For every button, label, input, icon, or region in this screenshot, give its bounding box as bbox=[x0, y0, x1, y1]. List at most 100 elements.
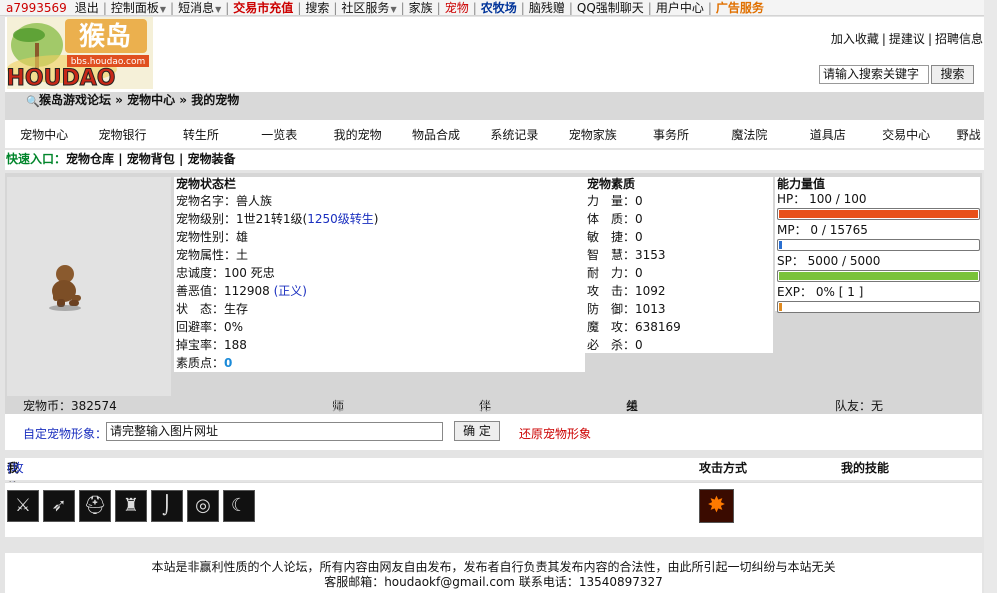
teammates-info: 队友：无 bbox=[835, 399, 884, 413]
recharge-link[interactable]: 交易市充值 bbox=[229, 0, 297, 16]
pet-level: 宠物级别：1世21转1级(1250级转生) bbox=[174, 210, 585, 228]
dropdown-arrow-icon: ▼ bbox=[390, 5, 397, 14]
pet-evade: 回避率：0% bbox=[176, 320, 244, 334]
menu-item-item-shop[interactable]: 道具店 bbox=[789, 126, 867, 143]
armor-icon[interactable]: ♜ bbox=[115, 490, 147, 522]
attack-method-icon[interactable]: ✸ bbox=[699, 489, 734, 523]
footer-contact: 客服邮箱：houdaokf@gmail.com 联系电话：13540897327 bbox=[324, 575, 663, 589]
ability-title: 能力量值 bbox=[777, 177, 826, 191]
menu-item-trade-center[interactable]: 交易中心 bbox=[867, 126, 945, 143]
sp-label: SP： 5000 / 5000 bbox=[777, 254, 881, 268]
ad-service-link[interactable]: 广告服务 bbox=[712, 0, 768, 16]
add-favorite-link[interactable]: 加入收藏 bbox=[828, 32, 882, 46]
ring-icon[interactable]: ◎ bbox=[187, 490, 219, 522]
custom-pet-image: 自定宠物形象： 请完整输入图片网址 确 定 还原宠物形象 bbox=[5, 414, 982, 450]
search-bar: 请输入搜索关键字 搜索 bbox=[819, 65, 974, 84]
claw-icon[interactable]: ☾ bbox=[223, 490, 255, 522]
pet-points: 素质点：0 bbox=[174, 354, 585, 372]
community-label: 社区服务 bbox=[341, 1, 390, 15]
menu-item-synthesis[interactable]: 物品合成 bbox=[397, 126, 475, 143]
farm-link[interactable]: 农牧场 bbox=[477, 0, 521, 16]
karma-link[interactable]: (正义) bbox=[274, 284, 307, 298]
bow-icon[interactable]: ➶ bbox=[43, 490, 75, 522]
pet-level-suffix: ) bbox=[373, 212, 379, 226]
menu-item-pet-family[interactable]: 宠物家族 bbox=[554, 126, 632, 143]
menu-item-records[interactable]: 系统记录 bbox=[475, 126, 553, 143]
pet-attribute: 宠物属性：土 bbox=[176, 248, 249, 262]
quality-endurance: 耐 力：0 bbox=[587, 266, 643, 280]
control-panel-label: 控制面板 bbox=[110, 1, 159, 15]
exp-bar-fill bbox=[779, 303, 782, 311]
pet-status-panel: 宠物状态栏 宠物名字：兽人族 宠物级别：1世21转1级(1250级转生) 宠物性… bbox=[174, 177, 585, 372]
quality-attack: 攻 击：1092 bbox=[587, 284, 666, 298]
confirm-button[interactable]: 确 定 bbox=[454, 421, 500, 441]
pet-level-prefix: 宠物级别：1世21转1级( bbox=[176, 212, 308, 226]
pet-link[interactable]: 宠物 bbox=[441, 0, 473, 16]
pet-quality-panel: 宠物素质 力 量：0 体 质：0 敏 捷：0 智 慧：3153 耐 力：0 攻 … bbox=[585, 177, 773, 353]
quality-agility: 敏 捷：0 bbox=[587, 230, 643, 244]
suggest-link[interactable]: 提建议 bbox=[886, 32, 928, 46]
points-value: 0 bbox=[224, 356, 233, 370]
search-icon: 🔍 bbox=[26, 95, 40, 108]
equipment-area: ⚔ ➶ ⛑ ♜ ⌡ ◎ ☾ ✸ bbox=[5, 482, 982, 537]
search-link[interactable]: 搜索 bbox=[301, 0, 333, 16]
hp-bar-fill bbox=[779, 210, 978, 218]
status-title: 宠物状态栏 bbox=[176, 177, 237, 191]
family-link[interactable]: 家族 bbox=[405, 0, 437, 16]
rebirth-link[interactable]: 1250级转生 bbox=[307, 212, 374, 226]
gift-link[interactable]: 脑残赠 bbox=[525, 0, 569, 16]
custom-image-label: 自定宠物形象： bbox=[23, 427, 108, 441]
dropdown-arrow-icon: ▼ bbox=[215, 5, 222, 14]
control-panel-menu[interactable]: 控制面板▼ bbox=[107, 0, 170, 16]
menu-item-pet-bank[interactable]: 宠物银行 bbox=[83, 126, 161, 143]
exp-bar bbox=[777, 301, 980, 313]
menu-item-overview[interactable]: 一览表 bbox=[240, 126, 318, 143]
menu-item-pet-center[interactable]: 宠物中心 bbox=[5, 126, 83, 143]
messages-menu[interactable]: 短消息▼ bbox=[174, 0, 225, 16]
quality-title: 宠物素质 bbox=[587, 177, 636, 191]
site-logo[interactable]: 猴岛 bbs.houdao.com HOUDAO bbox=[6, 17, 153, 92]
sp-bar-fill bbox=[779, 272, 978, 280]
pet-stat-line: 宠物币：382574 师傅：无 伴侣：无 组队：关闭 队友：无 bbox=[5, 398, 982, 429]
hp-bar bbox=[777, 208, 980, 220]
restore-image-link[interactable]: 还原宠物形象 bbox=[519, 425, 591, 442]
qq-chat-link[interactable]: QQ强制聊天 bbox=[573, 0, 648, 16]
boots-icon[interactable]: ⌡ bbox=[151, 490, 183, 522]
partner-value: 无 bbox=[479, 399, 492, 413]
quick-link-equipment[interactable]: 宠物装备 bbox=[188, 152, 236, 166]
pet-panel: 宠物状态栏 宠物名字：兽人族 宠物级别：1世21转1级(1250级转生) 宠物性… bbox=[5, 173, 982, 398]
menu-item-office[interactable]: 事务所 bbox=[632, 126, 710, 143]
header: 猴岛 bbs.houdao.com HOUDAO 加入收藏 | 提建议 | 招聘信息 请… bbox=[5, 17, 992, 92]
image-url-input[interactable]: 请完整输入图片网址 bbox=[106, 422, 443, 441]
pet-drop-rate: 掉宝率：188 bbox=[176, 338, 247, 352]
mp-label: MP： 0 / 15765 bbox=[777, 223, 868, 237]
logo-cn-text: 猴岛 bbox=[79, 21, 131, 52]
attack-method-title: 攻击方式 bbox=[699, 461, 748, 475]
pet-loyalty: 忠诚度：100 死忠 bbox=[176, 266, 275, 280]
master-value: 无 bbox=[332, 399, 345, 413]
logout-link[interactable]: 退出 bbox=[71, 0, 103, 16]
search-input[interactable]: 请输入搜索关键字 bbox=[819, 65, 929, 84]
breadcrumb-text[interactable]: 猴岛游戏论坛 » 宠物中心 » 我的宠物 bbox=[39, 92, 239, 108]
top-nav: a7993569 退出 | 控制面板▼ | 短消息▼ | 交易市充值 | 搜索 | 社区服… bbox=[0, 0, 997, 16]
sword-icon[interactable]: ⚔ bbox=[7, 490, 39, 522]
menu-item-my-pet[interactable]: 我的宠物 bbox=[318, 126, 396, 143]
footer: 本站是非赢利性质的个人论坛，所有内容由网友自由发布，发布者自行负责其发布内容的合… bbox=[5, 553, 982, 593]
pet-menu: 宠物中心 宠物银行 转生所 一览表 我的宠物 物品合成 系统记录 宠物家族 事务… bbox=[5, 120, 992, 148]
karma-value: 善恶值：112908 bbox=[176, 284, 274, 298]
username-link[interactable]: a7993569 bbox=[2, 1, 71, 15]
quick-link-backpack[interactable]: 宠物背包 bbox=[127, 152, 175, 166]
community-menu[interactable]: 社区服务▼ bbox=[337, 0, 400, 16]
user-center-link[interactable]: 用户中心 bbox=[652, 0, 708, 16]
helmet-icon[interactable]: ⛑ bbox=[79, 490, 111, 522]
menu-item-rebirth[interactable]: 转生所 bbox=[162, 126, 240, 143]
page-scrollbar[interactable] bbox=[984, 0, 997, 593]
jobs-link[interactable]: 招聘信息 bbox=[932, 32, 986, 46]
footer-disclaimer: 本站是非赢利性质的个人论坛，所有内容由网友自由发布，发布者自行负责其发布内容的合… bbox=[151, 560, 836, 574]
mp-bar bbox=[777, 239, 980, 251]
menu-item-magic-academy[interactable]: 魔法院 bbox=[710, 126, 788, 143]
quick-link-warehouse[interactable]: 宠物仓库 bbox=[66, 152, 114, 166]
pet-karma: 善恶值：112908 (正义) bbox=[174, 282, 585, 300]
search-button[interactable]: 搜索 bbox=[931, 65, 974, 84]
sp-bar bbox=[777, 270, 980, 282]
